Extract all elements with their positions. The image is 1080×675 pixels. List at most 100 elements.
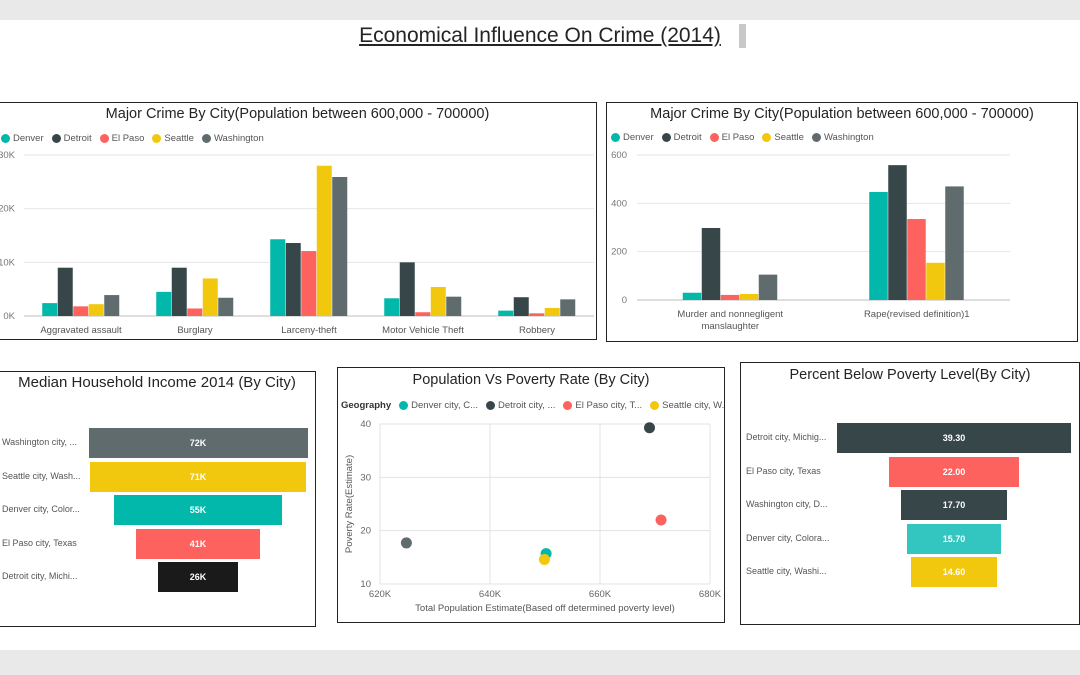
- funnel-category-label: Washington city, D...: [746, 499, 828, 509]
- bar-denver-larceny-theft[interactable]: [270, 239, 286, 316]
- funnel-bar-el-paso-city-texas[interactable]: 22.00: [888, 456, 1020, 487]
- chart-title: Percent Below Poverty Level(By City): [789, 367, 1031, 383]
- bar-washington-larceny-theft[interactable]: [332, 177, 348, 316]
- poverty-level-funnel[interactable]: Percent Below Poverty Level(By City) Det…: [740, 362, 1080, 625]
- population-poverty-scatter[interactable]: Population Vs Poverty Rate (By City) Geo…: [337, 367, 725, 623]
- bar-el-paso-motor-vehicle-theft[interactable]: [415, 312, 431, 316]
- funnel-bar-detroit-city-michi[interactable]: 26K: [158, 562, 238, 592]
- scatter-chart-svg: 620K 640K 660K 680K 10 20 30 40 Total Population…: [344, 419, 722, 614]
- funnel-category-label: Seattle city, Wash...: [2, 470, 81, 481]
- scatter-point-seattle[interactable]: [538, 553, 550, 565]
- x-tick-label: 620K: [369, 589, 392, 600]
- bar-detroit-burglary[interactable]: [171, 267, 187, 316]
- funnel-value-label: 22.00: [942, 466, 966, 477]
- funnel-value-label: 72K: [189, 438, 207, 448]
- funnel-bar-el-paso-city-texas[interactable]: 41K: [135, 528, 261, 559]
- funnel-category-label: El Paso city, Texas: [746, 465, 821, 476]
- y-tick-label: 10: [360, 579, 371, 590]
- y-tick-label: 30: [360, 472, 371, 483]
- bar-denver-motor-vehicle-theft[interactable]: [384, 298, 400, 316]
- x-tick-label: manslaughter: [701, 321, 759, 332]
- bar-el-paso-robbery[interactable]: [529, 313, 545, 316]
- funnel-bar-seattle-city-wash[interactable]: 71K: [90, 461, 306, 492]
- bar-seattle-larceny-theft[interactable]: [316, 165, 332, 316]
- bar-detroit-larceny-theft[interactable]: [285, 243, 301, 316]
- funnel-bar-denver-city-color[interactable]: 55K: [114, 495, 282, 525]
- bar-washington-burglary[interactable]: [218, 297, 234, 316]
- funnel-value-label: 41K: [189, 538, 207, 549]
- bar-washington-aggravated-assault[interactable]: [104, 295, 120, 316]
- bar-washington-motor-vehicle-theft[interactable]: [446, 296, 462, 316]
- bar-chart-svg: 0K 10K 20K 30K Aggravated assault Burglary Lar…: [0, 150, 594, 336]
- x-tick-label: Aggravated assault: [40, 325, 122, 336]
- bar-el-paso-burglary[interactable]: [187, 308, 203, 316]
- funnel-bar-detroit-city-michig[interactable]: 39.30: [837, 423, 1071, 453]
- bar-el-paso-murder-and-nonnegligent-manslaughter[interactable]: [720, 294, 740, 300]
- x-tick-label: 660K: [589, 589, 612, 600]
- y-tick-label: 30K: [0, 150, 16, 161]
- funnel-category-label: El Paso city, Texas: [2, 537, 77, 548]
- major-crime-chart-1[interactable]: Major Crime By City(Population between 6…: [0, 102, 597, 340]
- bar-detroit-aggravated-assault[interactable]: [57, 267, 73, 316]
- y-tick-label: 10K: [0, 257, 16, 268]
- bar-el-paso-larceny-theft[interactable]: [301, 251, 317, 316]
- funnel-value-label: 39.30: [942, 433, 966, 443]
- bar-washington-rape-revised-definition-1[interactable]: [945, 186, 964, 300]
- funnel-category-label: Washington city, ...: [2, 437, 78, 447]
- funnel-value-label: 14.60: [942, 567, 966, 577]
- x-tick-label: 680K: [699, 589, 722, 600]
- y-tick-label: 40: [360, 419, 371, 430]
- funnel-bar-denver-city-colora[interactable]: 15.70: [907, 523, 1001, 554]
- funnel-bar-washington-city[interactable]: 72K: [88, 428, 308, 458]
- bar-denver-burglary[interactable]: [156, 291, 172, 316]
- bar-denver-robbery[interactable]: [498, 310, 514, 316]
- funnel-value-label: 71K: [189, 471, 207, 482]
- bar-detroit-robbery[interactable]: [513, 297, 529, 316]
- funnel-value-label: 15.70: [942, 533, 966, 544]
- x-tick-label: Burglary: [177, 325, 213, 336]
- bar-seattle-motor-vehicle-theft[interactable]: [430, 287, 446, 316]
- major-crime-chart-2[interactable]: Major Crime By City(Population between 6…: [606, 102, 1078, 342]
- funnel-value-label: 17.70: [942, 500, 966, 510]
- bar-washington-robbery[interactable]: [560, 299, 576, 316]
- funnel-category-label: Denver city, Colora...: [746, 532, 830, 543]
- bar-el-paso-aggravated-assault[interactable]: [73, 306, 89, 316]
- y-tick-label: 600: [611, 150, 627, 161]
- bar-seattle-rape-revised-definition-1[interactable]: [926, 262, 945, 300]
- bar-detroit-rape-revised-definition-1[interactable]: [888, 165, 907, 300]
- x-tick-label: 640K: [479, 589, 502, 600]
- x-tick-label: Motor Vehicle Theft: [382, 325, 464, 336]
- bar-denver-rape-revised-definition-1[interactable]: [869, 191, 888, 300]
- x-tick-label: Larceny-theft: [281, 325, 337, 336]
- bar-denver-murder-and-nonnegligent-manslaughter[interactable]: [682, 292, 702, 300]
- x-axis-label: Total Population Estimate(Based off dete…: [415, 603, 675, 614]
- bar-detroit-motor-vehicle-theft[interactable]: [399, 262, 415, 316]
- funnel-category-label: Detroit city, Michi...: [2, 571, 78, 581]
- funnel-category-label: Detroit city, Michig...: [746, 432, 827, 442]
- report-title: Economical Influence On Crime (2014): [359, 24, 721, 47]
- bar-seattle-burglary[interactable]: [202, 278, 218, 316]
- bar-seattle-aggravated-assault[interactable]: [88, 304, 104, 316]
- bar-el-paso-rape-revised-definition-1[interactable]: [907, 219, 926, 300]
- title-accent-bar: [739, 24, 746, 48]
- y-tick-label: 0: [622, 295, 627, 306]
- scatter-point-el-paso[interactable]: [655, 514, 667, 526]
- x-tick-label: Murder and nonnegligent: [677, 309, 783, 320]
- scatter-point-detroit[interactable]: [644, 422, 655, 434]
- bar-washington-murder-and-nonnegligent-manslaughter[interactable]: [758, 274, 778, 300]
- y-axis-label: Poverty Rate(Estimate): [344, 455, 355, 553]
- x-tick-label: Robbery: [519, 325, 555, 336]
- median-income-funnel[interactable]: Median Household Income 2014 (By City) W…: [0, 371, 316, 627]
- bar-seattle-murder-and-nonnegligent-manslaughter[interactable]: [739, 293, 759, 300]
- bottom-strip: [0, 650, 1080, 675]
- bar-seattle-robbery[interactable]: [544, 307, 560, 316]
- y-tick-label: 200: [611, 247, 627, 258]
- bar-detroit-murder-and-nonnegligent-manslaughter[interactable]: [701, 227, 721, 300]
- scatter-point-washington[interactable]: [400, 537, 412, 549]
- funnel-value-label: 55K: [189, 505, 207, 515]
- y-tick-label: 0K: [3, 311, 15, 322]
- chart-title: Median Household Income 2014 (By City): [18, 374, 296, 391]
- funnel-bar-seattle-city-washi[interactable]: 14.60: [910, 557, 998, 587]
- funnel-bar-washington-city-d[interactable]: 17.70: [901, 490, 1007, 520]
- bar-denver-aggravated-assault[interactable]: [42, 303, 58, 316]
